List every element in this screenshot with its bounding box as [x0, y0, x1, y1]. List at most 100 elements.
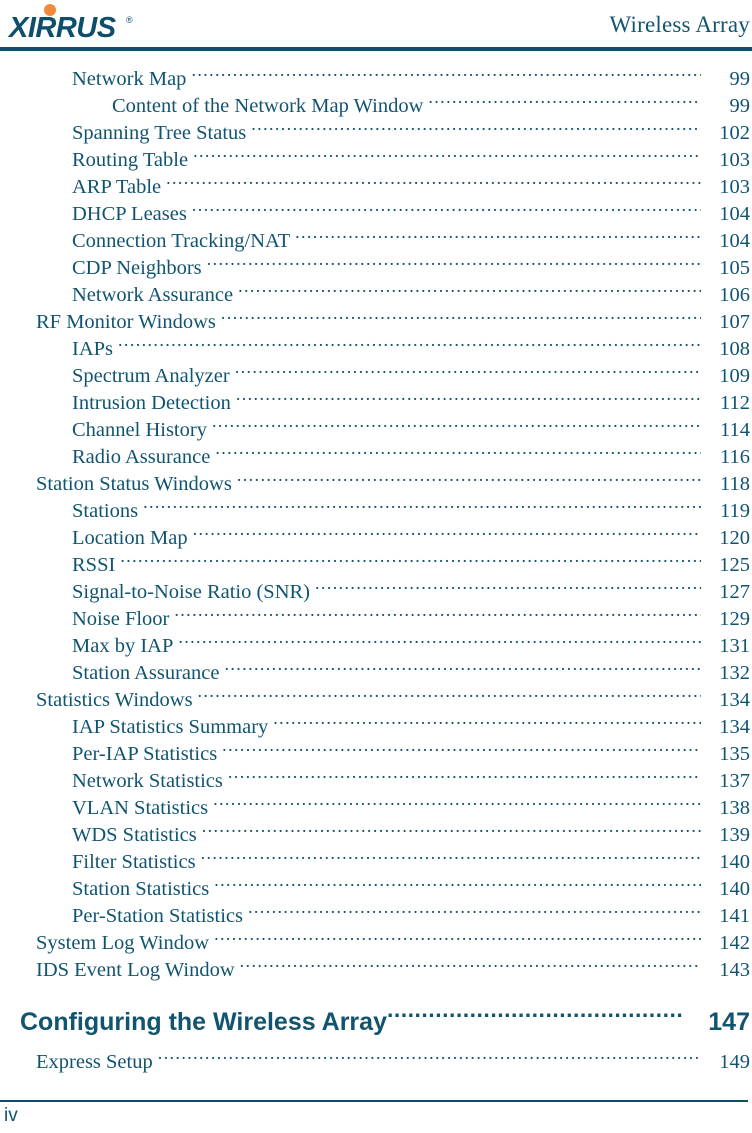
- xirrus-logo: XIRRUS ®: [8, 3, 158, 45]
- toc-entry-page: 99: [729, 94, 751, 117]
- toc-entry-page: 109: [719, 364, 750, 387]
- toc-entry-label: RSSI: [72, 553, 116, 576]
- toc-entry[interactable]: Connection Tracking/NAT 104: [0, 226, 752, 253]
- toc-entry-page: 102: [719, 121, 750, 144]
- toc-entry-page: 135: [719, 742, 750, 765]
- toc-entry-label: System Log Window: [36, 931, 210, 954]
- toc-leader-dots: [237, 469, 701, 490]
- toc-entry-label: Spanning Tree Status: [72, 121, 247, 144]
- toc-entry-label: ARP Table: [72, 175, 162, 198]
- toc-entry[interactable]: Signal-to-Noise Ratio (SNR) 127: [0, 577, 752, 604]
- toc-entry-label: Station Assurance: [72, 661, 220, 684]
- toc-entry-page: 104: [719, 202, 750, 225]
- toc-entry-label: Statistics Windows: [36, 688, 193, 711]
- toc-entry[interactable]: Per-Station Statistics 141: [0, 901, 752, 928]
- toc-entry-page: 103: [719, 175, 750, 198]
- toc-entry[interactable]: Location Map 120: [0, 523, 752, 550]
- toc-entry[interactable]: Per-IAP Statistics 135: [0, 739, 752, 766]
- toc-leader-dots: [143, 496, 701, 517]
- toc-chapter-entry[interactable]: Configuring the Wireless Array 147: [0, 1003, 752, 1041]
- toc-entry[interactable]: Spectrum Analyzer 109: [0, 361, 752, 388]
- toc-leader-dots: [166, 172, 701, 193]
- toc-entry-label: Channel History: [72, 418, 207, 441]
- svg-text:®: ®: [126, 15, 133, 25]
- toc-leader-dots: [214, 928, 701, 949]
- toc-entry[interactable]: DHCP Leases 104: [0, 199, 752, 226]
- toc-entry[interactable]: Statistics Windows 134: [0, 685, 752, 712]
- toc-leader-dots: [238, 280, 701, 301]
- toc-leader-dots: [251, 118, 701, 139]
- toc-entry-page: 127: [719, 580, 750, 603]
- toc-entry[interactable]: IAPs 108: [0, 334, 752, 361]
- toc-entry[interactable]: ARP Table 103: [0, 172, 752, 199]
- toc-entry[interactable]: Max by IAP 131: [0, 631, 752, 658]
- toc-leader-dots: [428, 91, 701, 112]
- toc-entry[interactable]: Intrusion Detection 112: [0, 388, 752, 415]
- toc-entry[interactable]: Routing Table 103: [0, 145, 752, 172]
- toc-entry[interactable]: IDS Event Log Window 143: [0, 955, 752, 982]
- toc-entry-page: 140: [719, 877, 750, 900]
- toc-leader-dots: [235, 361, 701, 382]
- toc-leader-dots: [191, 64, 701, 85]
- svg-text:XIRRUS: XIRRUS: [8, 12, 117, 44]
- toc-entry-label: Intrusion Detection: [72, 391, 231, 414]
- toc-entry[interactable]: Network Statistics 137: [0, 766, 752, 793]
- toc-leader-dots: [118, 334, 701, 355]
- toc-entry[interactable]: Station Statistics 140: [0, 874, 752, 901]
- toc-entry-page: 118: [720, 472, 750, 495]
- toc-entry-page: 134: [719, 715, 750, 738]
- toc-entry-page: 129: [719, 607, 750, 630]
- toc-leader-dots: [295, 226, 701, 247]
- toc-entry[interactable]: Stations 119: [0, 496, 752, 523]
- toc-entry-label: Station Statistics: [72, 877, 210, 900]
- toc-entry-label: Network Statistics: [72, 769, 223, 792]
- toc-entry-page: 139: [719, 823, 750, 846]
- toc-entry[interactable]: VLAN Statistics 138: [0, 793, 752, 820]
- toc-entry-page: 104: [719, 229, 750, 252]
- toc-entry[interactable]: RF Monitor Windows 107: [0, 307, 752, 334]
- toc-entry-label: Max by IAP: [72, 634, 174, 657]
- toc-leader-dots: [214, 874, 701, 895]
- toc-entry-label: Signal-to-Noise Ratio (SNR): [72, 580, 311, 603]
- footer-divider: [0, 1100, 748, 1102]
- toc-entry[interactable]: CDP Neighbors 105: [0, 253, 752, 280]
- toc-chapter-page: 147: [708, 1008, 750, 1036]
- toc-leader-dots: [221, 307, 701, 328]
- toc-leader-dots: [174, 604, 701, 625]
- toc-entry[interactable]: Network Assurance 106: [0, 280, 752, 307]
- toc-entry[interactable]: Filter Statistics 140: [0, 847, 752, 874]
- toc-entry-page: 134: [719, 688, 750, 711]
- toc-entry-label: Connection Tracking/NAT: [72, 229, 291, 252]
- toc-entry[interactable]: Station Assurance 132: [0, 658, 752, 685]
- toc-entry-label: Network Assurance: [72, 283, 234, 306]
- toc-entry-label: Per-IAP Statistics: [72, 742, 218, 765]
- toc-leader-dots: [273, 712, 701, 733]
- toc-leader-dots: [222, 739, 701, 760]
- toc-entry[interactable]: Station Status Windows 118: [0, 469, 752, 496]
- toc-entry-label: CDP Neighbors: [72, 256, 202, 279]
- toc-entry-page: 99: [729, 67, 751, 90]
- toc-leader-dots: [193, 145, 701, 166]
- toc-entry[interactable]: WDS Statistics 139: [0, 820, 752, 847]
- toc-entry[interactable]: Noise Floor 129: [0, 604, 752, 631]
- page-header: XIRRUS ® Wireless Array: [0, 0, 752, 52]
- toc-entry[interactable]: Content of the Network Map Window 99: [0, 91, 752, 118]
- toc-entry-page: 103: [719, 148, 750, 171]
- toc-entry[interactable]: Express Setup 149: [0, 1047, 752, 1074]
- toc-leader-dots: [387, 1005, 684, 1030]
- toc-entry[interactable]: Network Map 99: [0, 64, 752, 91]
- toc-entry-label: IAP Statistics Summary: [72, 715, 269, 738]
- toc-entry-label: Per-Station Statistics: [72, 904, 243, 927]
- toc-entry-page: 131: [719, 634, 750, 657]
- toc-leader-dots: [207, 253, 701, 274]
- toc-entry-page: 116: [720, 445, 750, 468]
- toc-entry[interactable]: System Log Window 142: [0, 928, 752, 955]
- toc-entry[interactable]: Channel History 114: [0, 415, 752, 442]
- toc-entry[interactable]: RSSI 125: [0, 550, 752, 577]
- toc-entry[interactable]: IAP Statistics Summary 134: [0, 712, 752, 739]
- toc-chapter-label: Configuring the Wireless Array: [20, 1008, 387, 1036]
- toc-entry[interactable]: Spanning Tree Status 102: [0, 118, 752, 145]
- toc-entry[interactable]: Radio Assurance 116: [0, 442, 752, 469]
- toc-entry-label: IDS Event Log Window: [36, 958, 235, 981]
- toc-leader-dots: [240, 955, 701, 976]
